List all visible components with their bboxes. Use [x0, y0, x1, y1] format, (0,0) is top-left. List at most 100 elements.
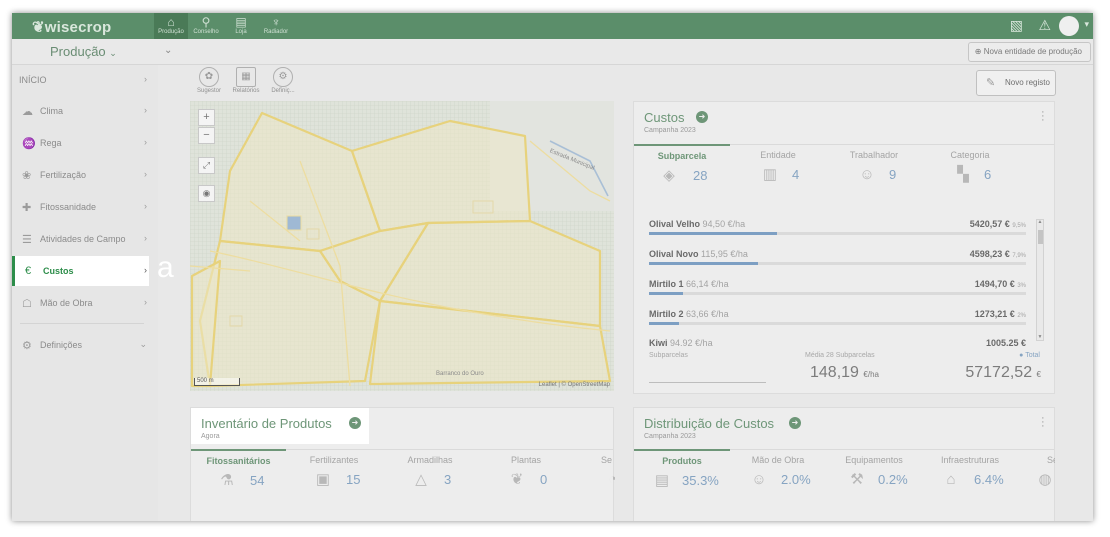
- new-production-unit-button[interactable]: ⊕ Nova entidade de produção: [967, 42, 1091, 62]
- tool-sugestor[interactable]: ✿ Sugestor: [194, 67, 224, 94]
- zoom-out-button[interactable]: −: [198, 127, 215, 144]
- map-place-label: Barranco do Ouro: [436, 371, 484, 377]
- new-record-button[interactable]: ✎ Novo registo: [976, 70, 1056, 96]
- cost-bar-fill: [649, 322, 680, 325]
- inventory-subtitle: Agora: [201, 433, 220, 440]
- sub-bar: Produção ⌄ ⌄ ⊕ Nova entidade de produção: [12, 39, 1093, 65]
- arrow-right-icon[interactable]: ➜: [696, 111, 708, 123]
- tab-equipamentos[interactable]: Equipamentos ⚒ 0.2%: [826, 450, 922, 500]
- products-icon: ▤: [654, 472, 670, 489]
- nav-tab-producao[interactable]: ⌂ Produção: [154, 13, 188, 39]
- tab-plantas[interactable]: Plantas ❦ 0: [478, 450, 574, 500]
- sidebar-item-mao-de-obra[interactable]: ☖ Mão de Obra ›: [12, 288, 149, 318]
- chevron-right-icon: ›: [144, 233, 147, 243]
- sidebar-item-custos[interactable]: € Custos ›: [12, 256, 149, 286]
- tab-infraestruturas[interactable]: Infraestruturas ⌂ 6.4%: [922, 450, 1018, 500]
- cost-list-scrollbar[interactable]: ▲ ▼: [1036, 219, 1044, 341]
- avatar[interactable]: [1059, 16, 1079, 36]
- cost-row[interactable]: Olival Novo 115,95 €/ha 4598,23 € 7,9%: [649, 249, 1026, 279]
- chevron-right-icon: ›: [144, 265, 147, 275]
- nav-tab-conselho[interactable]: ⚲ Conselho: [189, 13, 223, 39]
- locate-icon[interactable]: ◉: [198, 185, 215, 202]
- sidebar-item-inicio[interactable]: INÍCIO ›: [12, 65, 149, 95]
- tab-se[interactable]: Se ◔: [574, 450, 615, 500]
- factory-icon: ▥: [762, 166, 778, 183]
- sidebar-item-rega[interactable]: ♒ Rega ›: [12, 128, 149, 158]
- sidebar: INÍCIO › ☁ Clima › ♒ Rega › ❀ Fertilizaç…: [12, 65, 158, 521]
- tab-produtos[interactable]: Produtos ▤ 35.3%: [634, 449, 730, 499]
- nav-tab-loja[interactable]: ▤ Loja: [224, 13, 258, 39]
- cost-bar-track: [649, 232, 1026, 235]
- cost-row[interactable]: Mirtilo 2 63,66 €/ha 1273,21 € 2%: [649, 309, 1026, 339]
- map-canvas[interactable]: [190, 101, 614, 391]
- sidebar-item-definicoes[interactable]: ⚙ Definições ⌄: [12, 330, 149, 360]
- tab-mao-de-obra[interactable]: Mão de Obra ☺ 2.0%: [730, 450, 826, 500]
- costs-card: Custos ➜ Campanha 2023 · · · Subparcela ◈ …: [633, 101, 1055, 394]
- coins-icon: €: [25, 265, 32, 277]
- sidebar-divider: [20, 323, 144, 324]
- arrow-right-icon[interactable]: ➜: [789, 417, 801, 429]
- cost-row[interactable]: Mirtilo 1 66,14 €/ha 1494,70 € 3%: [649, 279, 1026, 309]
- production-select[interactable]: Produção ⌄: [50, 44, 117, 59]
- fullscreen-icon[interactable]: ⤢: [198, 157, 215, 174]
- sidebar-item-fertilizacao[interactable]: ❀ Fertilização ›: [12, 160, 149, 190]
- cost-row[interactable]: Kiwi 94,92 €/ha 1005,25 €: [649, 338, 1026, 346]
- sidebar-item-fitossanidade[interactable]: ✚ Fitossanidade ›: [12, 192, 149, 222]
- pencil-icon: ✎: [986, 77, 996, 89]
- scroll-down-icon[interactable]: ▼: [1037, 334, 1043, 340]
- cost-distribution-card: Distribuição de Custos ➜ Campanha 2023 ·…: [633, 407, 1055, 521]
- tab-subparcela[interactable]: Subparcela ◈ 28: [634, 144, 730, 194]
- logo-leaf-icon: ❦: [32, 19, 45, 36]
- chevron-down-icon[interactable]: ▾: [1084, 19, 1089, 30]
- tab-trabalhador[interactable]: Trabalhador ☺ 9: [826, 145, 922, 195]
- scrollbar-thumb[interactable]: [1038, 230, 1043, 244]
- tab-fertilizantes[interactable]: Fertilizantes ▣ 15: [286, 450, 382, 500]
- sidebar-item-atividades-de-campo[interactable]: ☰ Atividades de Campo ›: [12, 224, 149, 254]
- chevron-right-icon: ›: [144, 137, 147, 147]
- tab-entidade[interactable]: Entidade ▥ 4: [730, 145, 826, 195]
- tool-relatorios[interactable]: ▦ Relatórios: [231, 67, 261, 94]
- app-logo[interactable]: ❦wisecrop: [32, 18, 111, 36]
- tab-armadilhas[interactable]: Armadilhas △ 3: [382, 450, 478, 500]
- more-options-icon[interactable]: · · ·: [1041, 413, 1045, 432]
- more-options-icon[interactable]: · · ·: [1041, 107, 1045, 126]
- map[interactable]: + − ⤢ ◉ 500 m Estrada Municipal Barranco…: [190, 101, 614, 391]
- costs-subtitle: Campanha 2023: [644, 127, 696, 134]
- cost-bar-track: [649, 262, 1026, 265]
- footer-subparcelas-label: Subparcelas: [649, 352, 688, 359]
- home-icon: ⌂: [167, 15, 175, 29]
- warning-icon[interactable]: ⚠: [1038, 17, 1051, 34]
- parcel-icon: ◈: [663, 167, 675, 184]
- scroll-up-icon[interactable]: ▲: [1037, 219, 1043, 225]
- tool-definicoes[interactable]: ⚙ Definiç...: [268, 67, 298, 94]
- cost-bar-track: [649, 322, 1026, 325]
- tab-fitossanitarios[interactable]: Fitossanitários ⚗ 54: [191, 449, 286, 499]
- map-attribution[interactable]: Leaflet | © OpenStreetMap: [539, 382, 610, 388]
- map-scale: 500 m: [194, 378, 240, 386]
- zoom-in-button[interactable]: +: [198, 109, 215, 126]
- chevron-down-icon: ⌄: [109, 48, 117, 58]
- tab-se[interactable]: Se ◍: [1018, 450, 1055, 500]
- sun-icon: ✿: [199, 67, 219, 87]
- footer-average-value: 148,19 €/ha: [810, 364, 879, 381]
- worker-icon: ☺: [751, 471, 767, 488]
- cost-row[interactable]: Olival Velho 94,50 €/ha 5420,57 € 9,5%: [649, 219, 1026, 249]
- nav-tab-radiador[interactable]: ♆ Radiador: [259, 13, 293, 39]
- chevron-down-icon[interactable]: ⌄: [164, 45, 172, 56]
- tab-categoria[interactable]: Categoria ▚ 6: [922, 145, 1018, 195]
- app-window: ❦wisecrop ⌂ Produção ⚲ Conselho ▤ Loja ♆…: [12, 13, 1093, 521]
- distribution-tabs: Produtos ▤ 35.3% Mão de Obra ☺ 2.0% Equi…: [634, 449, 1055, 500]
- cost-bar-fill: [649, 262, 759, 265]
- footer-total-label[interactable]: ● Total: [1019, 352, 1040, 359]
- document-icon[interactable]: ▧: [1010, 17, 1023, 34]
- shop-icon: ▤: [235, 15, 247, 29]
- water-icon: ♒: [22, 138, 36, 150]
- fertilizer-bag-icon: ▣: [315, 471, 331, 488]
- footer-average-label: Média 28 Subparcelas: [805, 352, 875, 359]
- inventory-card: Inventário de Produtos ➜ Agora Fitossani…: [190, 407, 615, 521]
- costs-tabs: Subparcela ◈ 28 Entidade ▥ 4 Trabalhador…: [634, 144, 1054, 194]
- cost-bar-fill: [649, 232, 778, 235]
- arrow-right-icon[interactable]: ➜: [349, 417, 361, 429]
- sidebar-item-clima[interactable]: ☁ Clima ›: [12, 96, 149, 126]
- plus-circle-icon: ⊕: [974, 47, 982, 56]
